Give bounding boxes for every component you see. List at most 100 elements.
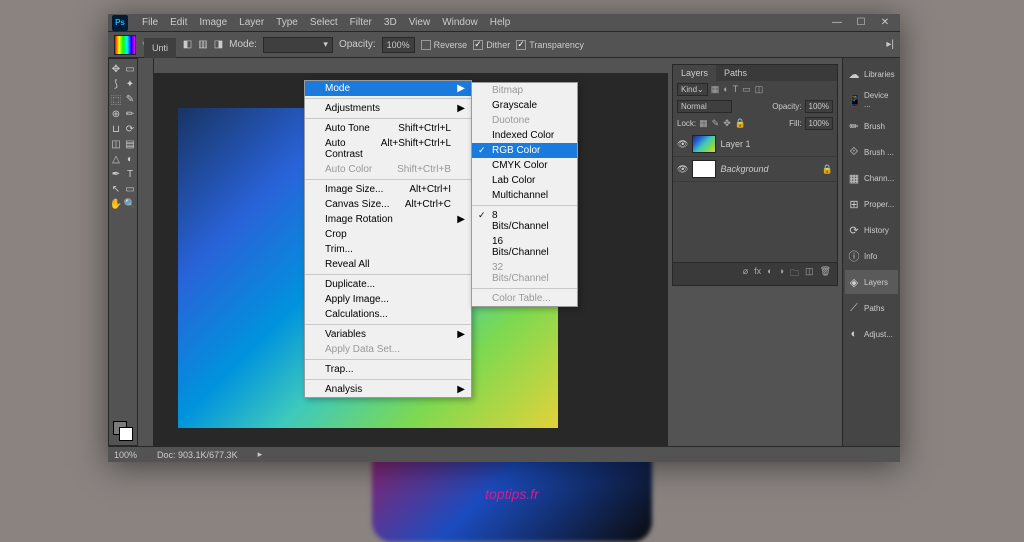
lasso-tool-icon[interactable]: ⟆ <box>110 78 122 90</box>
filter-shape-icon[interactable]: ▭ <box>742 84 751 95</box>
menu-view[interactable]: View <box>403 15 437 30</box>
group-icon[interactable]: 🗀 <box>790 266 799 282</box>
stamp-tool-icon[interactable]: ⊔ <box>110 123 122 135</box>
menu-crop[interactable]: Crop <box>305 227 471 242</box>
menu-mode[interactable]: Mode▶ <box>305 81 471 96</box>
gradient-tool-icon[interactable]: ▤ <box>124 138 136 150</box>
menu-select[interactable]: Select <box>304 15 344 30</box>
menu-image-rotation[interactable]: Image Rotation▶ <box>305 212 471 227</box>
reverse-checkbox[interactable]: Reverse <box>421 40 468 50</box>
menu-reveal-all[interactable]: Reveal All <box>305 257 471 272</box>
trash-icon[interactable]: 🗑 <box>820 266 831 282</box>
opacity-field[interactable]: 100% <box>382 37 415 53</box>
diamond-icon[interactable]: ◨ <box>214 39 223 50</box>
zoom-level[interactable]: 100% <box>114 450 137 460</box>
eyedropper-tool-icon[interactable]: ✎ <box>124 93 136 105</box>
pen-tool-icon[interactable]: ✒ <box>110 168 122 180</box>
color-swatches[interactable] <box>113 421 133 441</box>
lock-pixels-icon[interactable]: ✎ <box>712 118 720 129</box>
lock-position-icon[interactable]: ✥ <box>723 118 731 129</box>
doc-info[interactable]: Doc: 903.1K/677.3K <box>157 450 238 460</box>
menu-type[interactable]: Type <box>270 15 304 30</box>
menu-apply-image[interactable]: Apply Image... <box>305 292 471 307</box>
menu-file[interactable]: File <box>136 15 164 30</box>
new-layer-icon[interactable]: ◫ <box>805 266 814 282</box>
menu-layer[interactable]: Layer <box>233 15 270 30</box>
panel-menu-icon[interactable]: ▸| <box>886 39 894 50</box>
lock-transparent-icon[interactable]: ▦ <box>699 118 708 129</box>
filter-type-icon[interactable]: T <box>733 84 739 95</box>
transparency-checkbox[interactable]: Transparency <box>516 40 584 50</box>
menu-auto-contrast[interactable]: Auto ContrastAlt+Shift+Ctrl+L <box>305 136 471 162</box>
fx-icon[interactable]: fx <box>754 266 761 282</box>
panel-paths[interactable]: ⟋Paths <box>845 296 898 320</box>
reflected-icon[interactable]: ▥ <box>198 39 207 50</box>
shape-tool-icon[interactable]: ▭ <box>124 183 136 195</box>
layer-row[interactable]: 👁 Layer 1 <box>673 132 837 157</box>
blur-tool-icon[interactable]: △ <box>110 153 122 165</box>
path-tool-icon[interactable]: ↖ <box>110 183 122 195</box>
visibility-icon[interactable]: 👁 <box>677 139 688 150</box>
menu-auto-color[interactable]: Auto ColorShift+Ctrl+B <box>305 162 471 177</box>
mode-grayscale[interactable]: Grayscale <box>472 98 577 113</box>
mask-icon[interactable]: ◐ <box>767 266 772 282</box>
layer-name[interactable]: Background <box>720 164 768 174</box>
mode-rgb[interactable]: ✓RGB Color <box>472 143 577 158</box>
menu-help[interactable]: Help <box>484 15 517 30</box>
menu-image[interactable]: Image <box>193 15 233 30</box>
brush-tool-icon[interactable]: ✏ <box>124 108 136 120</box>
dither-checkbox[interactable]: Dither <box>473 40 510 50</box>
menu-trim[interactable]: Trim... <box>305 242 471 257</box>
close-icon[interactable]: ✕ <box>880 17 890 28</box>
mode-16bits[interactable]: 16 Bits/Channel <box>472 234 577 260</box>
panel-brush[interactable]: ✏Brush <box>845 114 898 138</box>
menu-image-size[interactable]: Image Size...Alt+Ctrl+I <box>305 182 471 197</box>
layer-filter-select[interactable]: Kind ⌄ <box>677 83 708 96</box>
layer-name[interactable]: Layer 1 <box>720 139 750 149</box>
lock-all-icon[interactable]: 🔒 <box>735 118 746 129</box>
visibility-icon[interactable]: 👁 <box>677 164 688 175</box>
filter-adjust-icon[interactable]: ◐ <box>723 84 728 95</box>
menu-auto-tone[interactable]: Auto ToneShift+Ctrl+L <box>305 121 471 136</box>
menu-duplicate[interactable]: Duplicate... <box>305 277 471 292</box>
mode-lab[interactable]: Lab Color <box>472 173 577 188</box>
menu-filter[interactable]: Filter <box>344 15 378 30</box>
panel-adjust[interactable]: ◐Adjust... <box>845 322 898 346</box>
heal-tool-icon[interactable]: ⊕ <box>110 108 122 120</box>
type-tool-icon[interactable]: T <box>124 168 136 180</box>
menu-adjustments[interactable]: Adjustments▶ <box>305 101 471 116</box>
filter-pixel-icon[interactable]: ▦ <box>711 84 720 95</box>
panel-layers[interactable]: ◈Layers <box>845 270 898 294</box>
panel-history[interactable]: ⟳History <box>845 218 898 242</box>
document-tab[interactable]: Unti <box>144 38 176 58</box>
panel-properties[interactable]: ⊞Proper... <box>845 192 898 216</box>
marquee-tool-icon[interactable]: ▭ <box>124 63 136 75</box>
blend-mode-select[interactable]: ▾ <box>263 37 333 53</box>
tab-layers[interactable]: Layers <box>673 65 716 81</box>
gradient-swatch[interactable] <box>114 35 136 55</box>
eraser-tool-icon[interactable]: ◫ <box>110 138 122 150</box>
menu-variables[interactable]: Variables▶ <box>305 327 471 342</box>
menu-3d[interactable]: 3D <box>378 15 403 30</box>
menu-analysis[interactable]: Analysis▶ <box>305 382 471 397</box>
dodge-tool-icon[interactable]: ◐ <box>124 153 136 165</box>
history-brush-icon[interactable]: ⟳ <box>124 123 136 135</box>
zoom-tool-icon[interactable]: 🔍 <box>124 198 136 210</box>
mode-8bits[interactable]: ✓8 Bits/Channel <box>472 208 577 234</box>
move-tool-icon[interactable]: ✥ <box>110 63 122 75</box>
hand-tool-icon[interactable]: ✋ <box>110 198 122 210</box>
menu-edit[interactable]: Edit <box>164 15 193 30</box>
layer-fill-field[interactable]: 100% <box>805 117 833 130</box>
tab-paths[interactable]: Paths <box>716 65 755 81</box>
mode-cmyk[interactable]: CMYK Color <box>472 158 577 173</box>
panel-channels[interactable]: ▦Chann... <box>845 166 898 190</box>
menu-canvas-size[interactable]: Canvas Size...Alt+Ctrl+C <box>305 197 471 212</box>
panel-brush-settings[interactable]: ⟐Brush ... <box>845 140 898 164</box>
menu-trap[interactable]: Trap... <box>305 362 471 377</box>
panel-libraries[interactable]: ☁Libraries <box>845 62 898 86</box>
link-layers-icon[interactable]: ⌀ <box>743 266 748 282</box>
wand-tool-icon[interactable]: ✦ <box>124 78 136 90</box>
mode-multichannel[interactable]: Multichannel <box>472 188 577 203</box>
filter-smart-icon[interactable]: ◫ <box>755 84 764 95</box>
mode-indexed[interactable]: Indexed Color <box>472 128 577 143</box>
